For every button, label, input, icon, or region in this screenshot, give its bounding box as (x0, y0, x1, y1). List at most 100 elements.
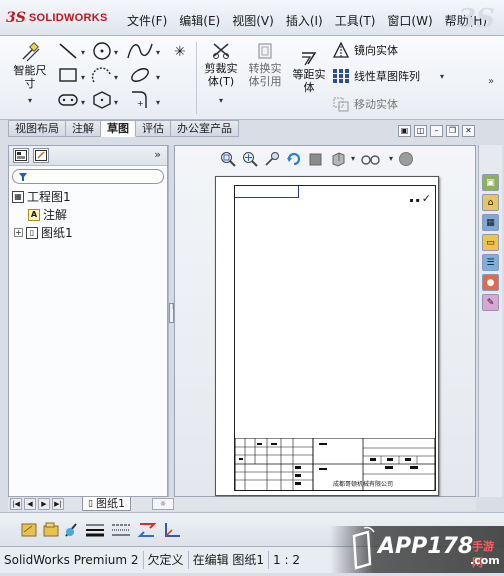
tab-view-layout[interactable]: 视图布局 (8, 120, 66, 137)
rebuild-icon[interactable] (285, 150, 303, 167)
panel-tabs: » (9, 146, 167, 166)
expand-panel-icon[interactable]: » (154, 148, 161, 161)
file-explorer-icon[interactable]: ▭ (482, 234, 499, 251)
view-palette-icon[interactable]: ☰ (482, 254, 499, 271)
annotation-icon: A (28, 208, 40, 221)
tree-root-drawing[interactable]: ▦ 工程图1 (12, 188, 71, 205)
heads-up-toolbar: ▾ ▾ (219, 150, 415, 167)
mirror-label: 镜向实体 (354, 43, 398, 57)
expand-icon[interactable]: + (14, 228, 23, 237)
document-window-controls: ▣ ◫ – ❐ ✕ (398, 125, 475, 137)
tree-item-annotations[interactable]: A 注解 (28, 206, 67, 223)
chevron-down-icon[interactable]: ▾ (201, 94, 241, 107)
smart-dimension-button[interactable]: 智能尺 寸 ▾ (8, 40, 52, 107)
smart-dimension-icon (22, 42, 40, 62)
display-style-icon[interactable] (307, 150, 325, 167)
view-orientation-icon[interactable] (329, 150, 347, 167)
menu-tools[interactable]: 工具(T) (329, 10, 382, 31)
move-entities-icon (333, 97, 349, 112)
spline-icon (127, 43, 153, 59)
offset-entities-button[interactable]: 等距实 体 (288, 48, 330, 94)
corner-logo-watermark: 3S (458, 4, 495, 34)
roughness-check: ✓ (421, 192, 431, 205)
last-sheet-icon[interactable]: ▶| (52, 498, 64, 510)
watermark-domain: .com (470, 554, 500, 567)
svg-text:▾: ▾ (81, 48, 85, 57)
menu-file[interactable]: 文件(F) (120, 10, 173, 31)
chevron-right-icon[interactable]: » (488, 76, 494, 87)
company-name: 成都哥顿机械有限公司 (333, 481, 394, 488)
zoom-to-fit-icon[interactable] (219, 150, 237, 167)
close-icon[interactable]: ✕ (462, 125, 475, 137)
surface-finish-symbol: ▪ ▪ ✓ (409, 192, 431, 205)
convert-label-1: 转换实 (248, 62, 282, 75)
add-sheet-icon[interactable]: ☼ (152, 498, 174, 510)
feature-manager-panel: » ▦ 工程图1 A 注解 + ▯ 图纸1 (8, 145, 168, 497)
tree-item-sheet[interactable]: + ▯ 图纸1 (14, 224, 73, 241)
svg-text:▾: ▾ (114, 73, 118, 82)
tab-office-products[interactable]: 办公室产品 (171, 120, 239, 137)
menu-items: 文件(F) 编辑(E) 视图(V) 插入(I) 工具(T) 窗口(W) 帮助(H… (120, 10, 493, 31)
solidworks-logo[interactable]: 3S SOLIDWORKS (6, 8, 108, 28)
point-icon: ✳ (174, 44, 186, 60)
convert-entities-button[interactable]: 转换实 体引用 (244, 40, 286, 88)
next-sheet-icon[interactable]: ▶ (38, 498, 50, 510)
sheet-tab-bar: |◀ ◀ ▶ ▶| ▯ 图纸1 ☼ (8, 497, 476, 511)
minimize-icon[interactable]: – (430, 125, 443, 137)
svg-text:✳: ✳ (174, 44, 186, 60)
sheet-scale: 1 : 2 (273, 553, 300, 567)
cascade-icon[interactable]: ◫ (414, 125, 427, 137)
logo-text: SOLIDWORKS (28, 12, 108, 24)
menu-window[interactable]: 窗口(W) (381, 10, 438, 31)
trim-icon (213, 43, 229, 59)
filter-icon (19, 173, 27, 181)
line-weight-icon (86, 524, 104, 537)
solidworks-resources-icon[interactable]: ▣ (482, 174, 499, 191)
chevron-down-icon[interactable]: ▾ (389, 154, 393, 163)
feature-filter-input[interactable] (12, 169, 164, 184)
menu-insert[interactable]: 插入(I) (280, 10, 329, 31)
tab-evaluate[interactable]: 评估 (136, 120, 171, 137)
drawing-sheet[interactable]: ▪ ▪ ✓ 成都哥顿机械有限公司 (215, 176, 439, 496)
menu-view[interactable]: 视图(V) (226, 10, 280, 31)
design-library-icon[interactable]: ▦ (482, 214, 499, 231)
svg-text:+: + (137, 99, 144, 108)
svg-text:▾: ▾ (81, 73, 85, 82)
tab-sketch[interactable]: 草图 (101, 120, 136, 137)
line-color-icon (137, 523, 157, 537)
linear-pattern-label: 线性草图阵列 (354, 69, 420, 83)
graphics-area[interactable]: ▾ ▾ ▪ ▪ ✓ 成都哥顿机械有限公司 (174, 145, 476, 497)
chevron-down-icon[interactable]: ▾ (8, 94, 52, 107)
chevron-down-icon[interactable]: ▾ (351, 154, 355, 163)
appearance-icon[interactable] (397, 150, 415, 167)
coordinate-icon (165, 523, 180, 537)
site-watermark: APP178 手游网 .com (330, 526, 504, 573)
first-sheet-icon[interactable]: |◀ (10, 498, 22, 510)
restore-icon[interactable]: ❐ (446, 125, 459, 137)
tab-annotation[interactable]: 注解 (66, 120, 101, 137)
feature-manager-tab[interactable] (13, 148, 29, 163)
sheet-tab-1[interactable]: ▯ 图纸1 (82, 497, 131, 511)
linear-pattern-button[interactable]: 线性草图阵列 ▾ (332, 68, 444, 84)
format-painter-icon (65, 523, 77, 537)
feature-tree-icon (15, 150, 27, 161)
chevron-down-icon[interactable]: ▾ (440, 72, 444, 81)
home-icon[interactable]: ⌂ (482, 194, 499, 211)
menu-edit[interactable]: 编辑(E) (173, 10, 226, 31)
svg-text:▾: ▾ (114, 98, 118, 107)
mirror-entities-button[interactable]: 镜向实体 (332, 42, 398, 58)
tile-icon[interactable]: ▣ (398, 125, 411, 137)
zoom-area-icon[interactable] (241, 150, 259, 167)
move-entities-button[interactable]: 移动实体 (332, 96, 398, 112)
property-manager-tab[interactable] (33, 148, 49, 163)
hide-show-items-icon[interactable] (359, 150, 385, 167)
slot-icon (58, 94, 78, 106)
previous-view-icon[interactable] (263, 150, 281, 167)
new-drawing-icon (21, 523, 37, 537)
sheet-tab-label: 图纸1 (95, 496, 125, 510)
custom-properties-icon[interactable]: ✎ (482, 294, 499, 311)
previous-sheet-icon[interactable]: ◀ (24, 498, 36, 510)
sketch-state: 欠定义 (144, 551, 189, 569)
appearances-icon[interactable]: ● (482, 274, 499, 291)
trim-entities-button[interactable]: 剪裁实 体(T) ▾ (201, 40, 241, 107)
